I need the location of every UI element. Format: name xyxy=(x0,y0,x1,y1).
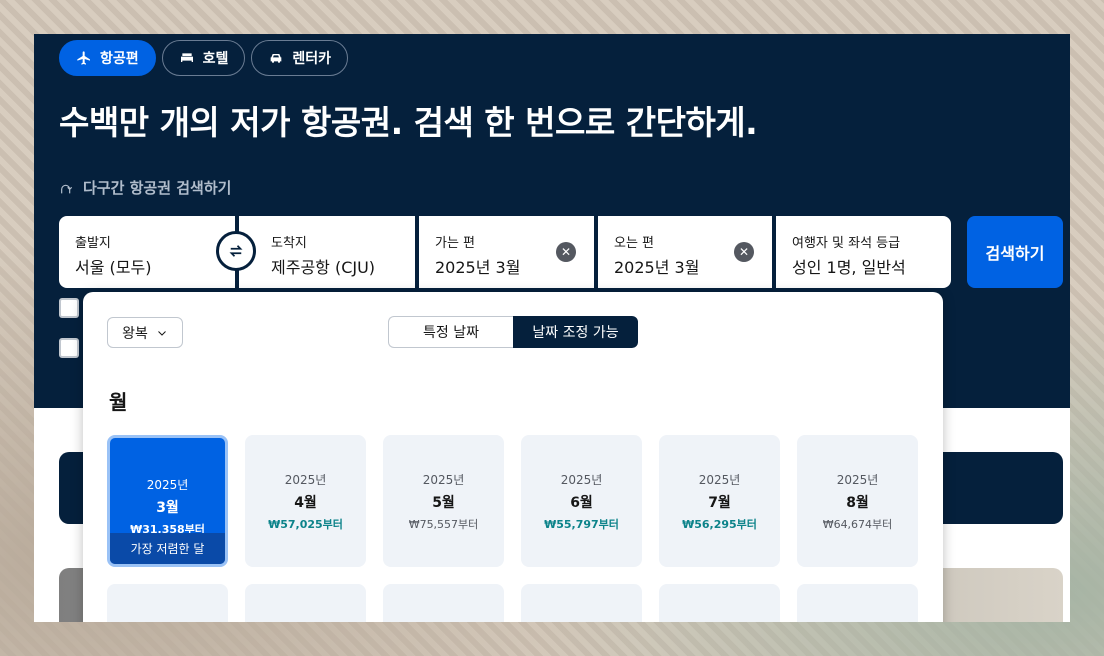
month-price: ₩64,674부터 xyxy=(822,517,893,531)
tab-hotels-label: 호텔 xyxy=(202,51,229,67)
month-grid-next-row xyxy=(107,584,918,622)
product-tabs: 항공편 호텔 렌터카 xyxy=(59,40,349,76)
specific-dates-option[interactable]: 특정 날짜 xyxy=(388,316,513,348)
month-name: 6월 xyxy=(570,494,593,511)
depart-value: 2025년 3월 xyxy=(435,258,521,277)
clear-depart-icon[interactable]: ✕ xyxy=(556,242,576,262)
month-card-apr[interactable]: 2025년 4월 ₩57,025부터 xyxy=(245,435,366,567)
flexible-dates-option[interactable]: 날짜 조정 가능 xyxy=(513,316,638,348)
bed-icon xyxy=(180,53,193,62)
month-year: 2025년 xyxy=(146,478,189,492)
origin-label: 출발지 xyxy=(75,236,111,251)
multi-city-link[interactable]: 다구간 항공권 검색하기 xyxy=(59,177,231,198)
month-price: ₩75,557부터 xyxy=(408,517,479,531)
month-card[interactable] xyxy=(659,584,780,622)
month-card[interactable] xyxy=(245,584,366,622)
travellers-value: 성인 1명, 일반석 xyxy=(792,258,906,277)
depart-date-field[interactable]: 가는 편 2025년 3월 ✕ xyxy=(419,216,594,288)
month-name: 5월 xyxy=(432,494,455,511)
page-title: 수백만 개의 저가 항공권. 검색 한 번으로 간단하게. xyxy=(59,103,758,142)
month-name: 3월 xyxy=(156,500,179,516)
origin-value: 서울 (모두) xyxy=(75,258,152,277)
plane-icon xyxy=(77,51,90,65)
origin-field[interactable]: 출발지 서울 (모두) xyxy=(59,216,235,288)
destination-label: 도착지 xyxy=(271,236,307,251)
month-card-jun[interactable]: 2025년 6월 ₩55,797부터 xyxy=(521,435,642,567)
tab-flights-label: 항공편 xyxy=(100,51,139,67)
checkbox-option-2[interactable] xyxy=(59,338,79,358)
month-price: ₩56,295부터 xyxy=(682,517,757,531)
destination-field[interactable]: 도착지 제주공항 (CJU) xyxy=(239,216,415,288)
chevron-down-icon xyxy=(158,330,166,336)
page-frame: 항공편 호텔 렌터카 수백만 개의 저가 항공권. 검색 한 번으로 간단하게.… xyxy=(34,34,1070,622)
tab-flights[interactable]: 항공편 xyxy=(59,40,156,76)
cheapest-month-badge: 가장 저렴한 달 xyxy=(110,533,225,564)
month-card[interactable] xyxy=(383,584,504,622)
return-date-field[interactable]: 오는 편 2025년 3월 ✕ xyxy=(598,216,772,288)
month-name: 7월 xyxy=(708,494,731,511)
trip-type-select[interactable]: 왕복 xyxy=(107,317,183,348)
multi-city-label: 다구간 항공권 검색하기 xyxy=(83,179,232,197)
return-value: 2025년 3월 xyxy=(614,258,700,277)
month-year: 2025년 xyxy=(284,472,327,487)
month-section-title: 월 xyxy=(109,390,128,414)
trip-type-value: 왕복 xyxy=(122,325,148,342)
destination-value: 제주공항 (CJU) xyxy=(271,258,376,277)
swap-button[interactable] xyxy=(216,231,256,271)
tab-car-hire[interactable]: 렌터카 xyxy=(251,40,349,76)
clear-return-icon[interactable]: ✕ xyxy=(734,242,754,262)
month-year: 2025년 xyxy=(836,472,879,487)
month-card[interactable] xyxy=(797,584,918,622)
date-picker-popup: 왕복 특정 날짜 날짜 조정 가능 월 2025년 3월 ₩31,358부터 가… xyxy=(83,292,943,622)
month-card-jul[interactable]: 2025년 7월 ₩56,295부터 xyxy=(659,435,780,567)
date-mode-toggle: 특정 날짜 날짜 조정 가능 xyxy=(388,316,638,348)
month-name: 8월 xyxy=(846,494,869,511)
month-card-mar[interactable]: 2025년 3월 ₩31,358부터 가장 저렴한 달 xyxy=(107,435,228,567)
month-price: ₩57,025부터 xyxy=(268,517,343,531)
swap-arrows-icon xyxy=(229,245,243,257)
tab-hotels[interactable]: 호텔 xyxy=(161,40,246,76)
checkbox-option-1[interactable] xyxy=(59,298,79,318)
month-card[interactable] xyxy=(107,584,228,622)
car-icon xyxy=(271,54,282,63)
travellers-label: 여행자 및 좌석 등급 xyxy=(792,236,901,251)
month-year: 2025년 xyxy=(560,472,603,487)
month-card-aug[interactable]: 2025년 8월 ₩64,674부터 xyxy=(797,435,918,567)
month-name: 4월 xyxy=(294,494,317,511)
search-button[interactable]: 검색하기 xyxy=(967,216,1063,288)
travellers-field[interactable]: 여행자 및 좌석 등급 성인 1명, 일반석 xyxy=(776,216,951,288)
month-price: ₩55,797부터 xyxy=(544,517,619,531)
tab-car-hire-label: 렌터카 xyxy=(292,51,332,67)
month-grid: 2025년 3월 ₩31,358부터 가장 저렴한 달 2025년 4월 ₩57… xyxy=(107,435,918,567)
month-year: 2025년 xyxy=(422,472,465,487)
month-card[interactable] xyxy=(521,584,642,622)
month-card-may[interactable]: 2025년 5월 ₩75,557부터 xyxy=(383,435,504,567)
multi-city-icon xyxy=(61,184,73,193)
month-year: 2025년 xyxy=(698,472,741,487)
